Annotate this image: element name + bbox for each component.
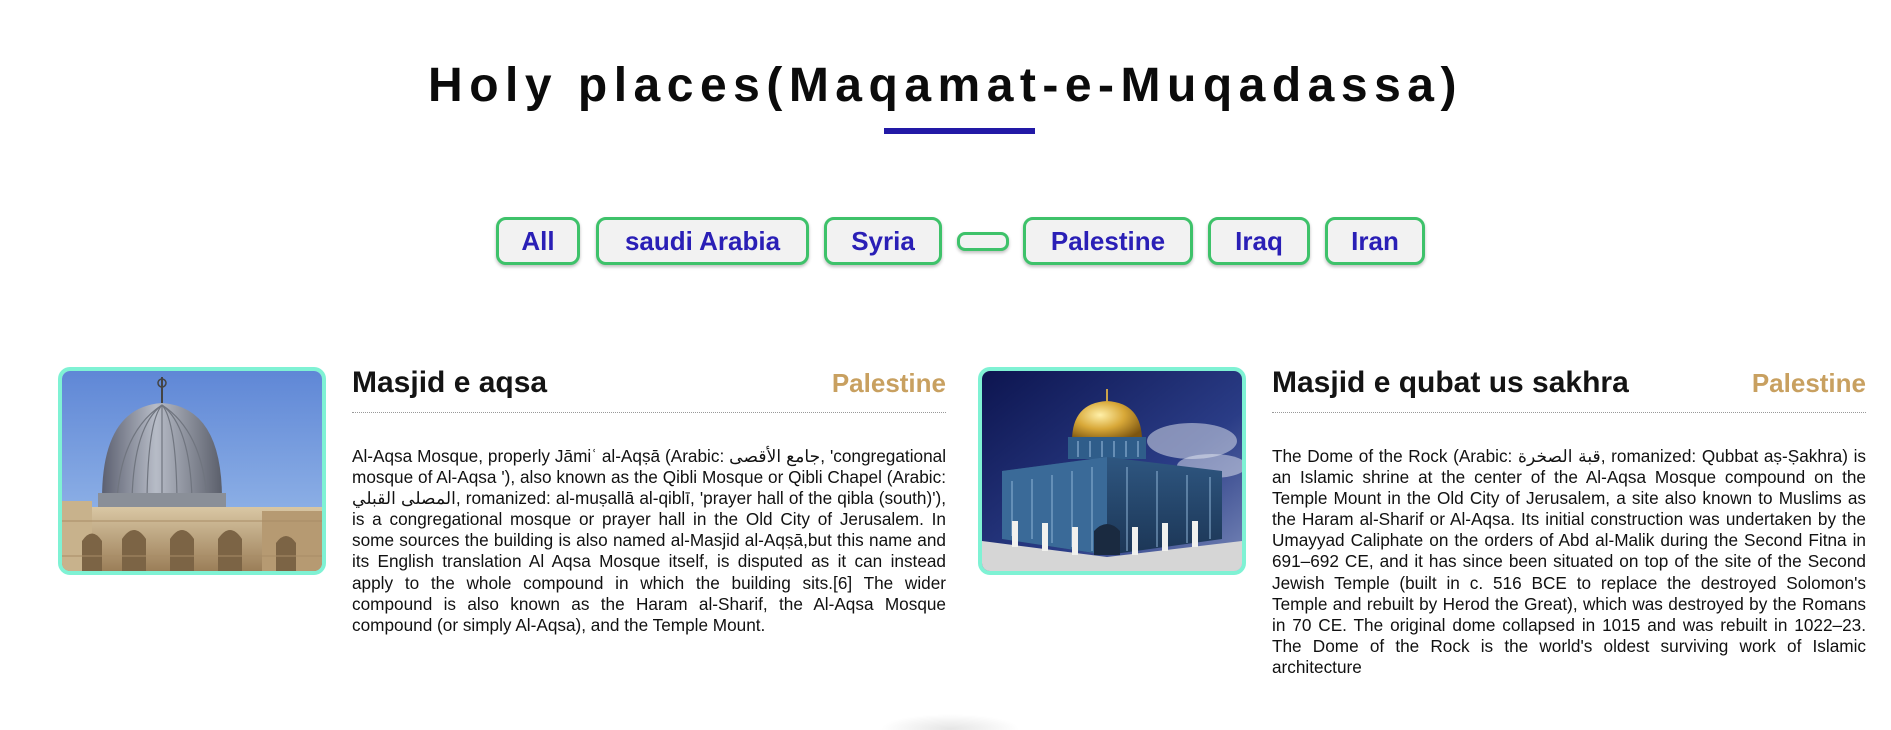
filter-button-iran[interactable]: Iran <box>1325 217 1425 265</box>
silver-dome-mosque-photo <box>62 371 322 571</box>
card-header: Masjid e qubat us sakhra Palestine <box>1272 365 1866 413</box>
page: Holy places(Maqamat-e-Muqadassa) All sau… <box>0 0 1891 730</box>
filter-button-saudi-arabia[interactable]: saudi Arabia <box>596 217 809 265</box>
card-country-badge: Palestine <box>831 368 946 398</box>
card-country-badge: Palestine <box>1751 368 1866 398</box>
filter-button-iraq[interactable]: Iraq <box>1208 217 1310 265</box>
filter-bar: All saudi Arabia Syria Palestine Iraq Ir… <box>0 217 1891 269</box>
page-title: Holy places(Maqamat-e-Muqadassa) <box>428 59 1463 112</box>
card-description: Al-Aqsa Mosque, properly Jāmiʿ al-Aqṣā (… <box>352 446 947 635</box>
card-title: Masjid e aqsa <box>352 366 548 399</box>
golden-dome-shrine-photo <box>982 371 1242 571</box>
filter-button-palestine[interactable]: Palestine <box>1023 217 1193 265</box>
filter-button-empty[interactable] <box>957 232 1009 251</box>
card-image-masjid-e-qubat-us-sakhra <box>978 367 1246 575</box>
filter-button-syria[interactable]: Syria <box>824 217 942 265</box>
filter-button-all[interactable]: All <box>496 217 580 265</box>
card-image-masjid-e-aqsa <box>58 367 326 575</box>
card-header: Masjid e aqsa Palestine <box>352 365 946 413</box>
card-title: Masjid e qubat us sakhra <box>1272 366 1629 399</box>
title-underline <box>884 128 1035 134</box>
scroll-shadow <box>880 714 1020 730</box>
card-description: The Dome of the Rock (Arabic: قبة الصخرة… <box>1272 446 1866 677</box>
